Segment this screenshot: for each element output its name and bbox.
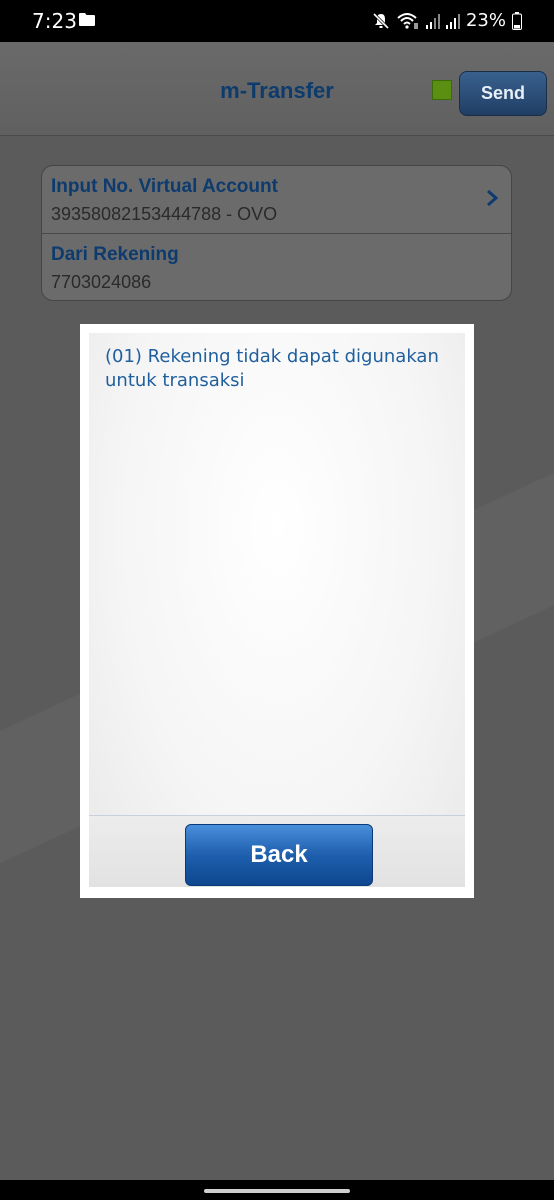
top-bar: m-Transfer Send xyxy=(0,42,554,136)
mute-icon xyxy=(372,12,390,29)
app-screen: m-Transfer Send Input No. Virtual Accoun… xyxy=(0,42,554,1180)
signal-icon xyxy=(425,13,440,29)
send-button[interactable]: Send xyxy=(459,71,547,116)
source-account-label: Dari Rekening xyxy=(51,244,179,265)
wifi-icon xyxy=(397,12,418,29)
transfer-form: Input No. Virtual Account 39358082153444… xyxy=(41,165,512,301)
folder-icon xyxy=(79,13,95,26)
status-bar: 7:23 23% xyxy=(0,0,554,42)
status-indicator xyxy=(432,80,452,100)
error-dialog: (01) Rekening tidak dapat digunakan untu… xyxy=(80,324,474,898)
dialog-footer: Back xyxy=(89,815,465,887)
battery-percent: 23% xyxy=(465,10,506,31)
source-account-value: 7703024086 xyxy=(51,272,152,292)
virtual-account-label: Input No. Virtual Account xyxy=(51,176,278,197)
status-icons: 23% xyxy=(372,10,522,31)
virtual-account-row[interactable]: Input No. Virtual Account 39358082153444… xyxy=(42,166,511,234)
battery-icon xyxy=(512,11,522,30)
source-account-row: Dari Rekening 7703024086 xyxy=(42,234,511,300)
error-message: (01) Rekening tidak dapat digunakan untu… xyxy=(105,346,439,391)
home-gesture-bar[interactable] xyxy=(204,1189,350,1193)
navigation-bar xyxy=(0,1180,554,1200)
status-time: 7:23 xyxy=(32,9,77,33)
dialog-body: (01) Rekening tidak dapat digunakan untu… xyxy=(89,333,465,887)
virtual-account-value: 39358082153444788 - OVO xyxy=(51,204,278,224)
signal-icon xyxy=(445,13,460,29)
chevron-right-icon xyxy=(487,189,499,207)
back-button[interactable]: Back xyxy=(185,824,373,886)
